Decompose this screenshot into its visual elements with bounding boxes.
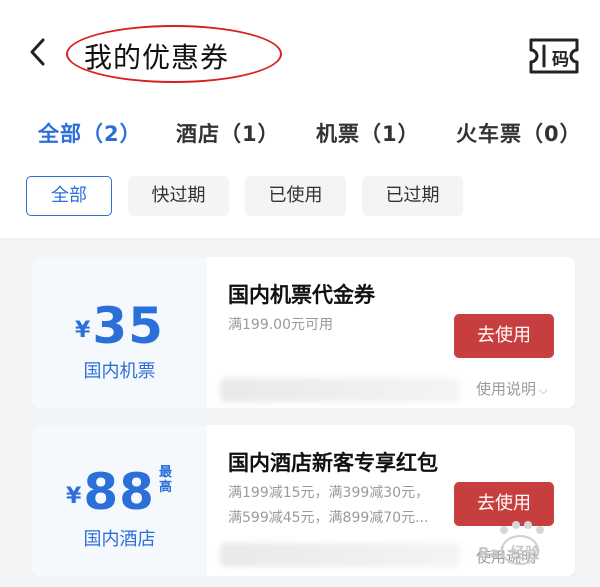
filter-expiring[interactable]: 快过期 <box>128 176 229 216</box>
category-tabs: 全部（2） 酒店（1） 机票（1） 火车票（0） <box>0 118 600 154</box>
back-arrow-icon[interactable] <box>26 36 52 68</box>
coupon-condition: 满599减45元，满899减70元... <box>228 510 429 526</box>
status-filters: 全部 快过期 已使用 已过期 <box>0 176 600 218</box>
code-label: 码 <box>552 50 569 70</box>
header-area: 我的优惠券 码 全部（2） 酒店（1） 机票（1） 火车票（0） 全部 快过期 … <box>0 0 600 238</box>
usage-help-label: 使用说明 <box>476 548 537 566</box>
redacted-validity <box>220 543 460 567</box>
use-coupon-button[interactable]: 去使用 <box>454 314 554 358</box>
coupon-value-panel: ¥35 国内机票 <box>32 257 207 408</box>
coupon-condition: 满199减15元，满399减30元， <box>228 485 430 501</box>
coupon-value-panel: ¥88 最高 国内酒店 <box>32 425 207 576</box>
currency-symbol: ¥ <box>75 318 91 343</box>
usage-help-link[interactable]: 使用说明 ⌵ <box>476 378 547 399</box>
tab-all[interactable]: 全部（2） <box>38 118 142 148</box>
tab-hotel[interactable]: 酒店（1） <box>176 118 280 148</box>
coupon-amount: ¥88 最高 <box>32 463 207 521</box>
max-label: 最高 <box>158 465 172 495</box>
page-title: 我的优惠券 <box>84 41 230 74</box>
filter-used[interactable]: 已使用 <box>245 176 346 216</box>
amount-value: 88 <box>83 463 155 521</box>
coupon-title: 国内机票代金券 <box>228 283 375 307</box>
redacted-validity <box>220 378 460 402</box>
currency-symbol: ¥ <box>66 484 82 509</box>
coupon-category: 国内机票 <box>83 361 156 382</box>
tab-flight[interactable]: 机票（1） <box>316 118 420 148</box>
coupon-title: 国内酒店新客专享红包 <box>228 451 438 475</box>
filter-all[interactable]: 全部 <box>26 176 112 216</box>
chevron-down-icon: ⌵ <box>539 384 548 397</box>
tab-train[interactable]: 火车票（0） <box>456 118 582 148</box>
filter-expired[interactable]: 已过期 <box>362 176 463 216</box>
coupon-condition: 满199.00元可用 <box>228 317 333 333</box>
usage-help-link[interactable]: 使用说明 <box>476 546 536 567</box>
coupon-card: ¥35 国内机票 国内机票代金券 满199.00元可用 去使用 使用说明 ⌵ <box>32 257 575 408</box>
use-coupon-button[interactable]: 去使用 <box>454 482 554 526</box>
usage-help-label: 使用说明 <box>476 380 537 398</box>
coupon-category: 国内酒店 <box>83 529 156 550</box>
coupon-amount: ¥35 <box>32 297 207 355</box>
coupon-card: ¥88 最高 国内酒店 国内酒店新客专享红包 满199减15元，满399减30元，… <box>32 425 575 576</box>
amount-value: 35 <box>92 297 164 355</box>
coupon-code-button[interactable]: 码 <box>528 37 580 75</box>
